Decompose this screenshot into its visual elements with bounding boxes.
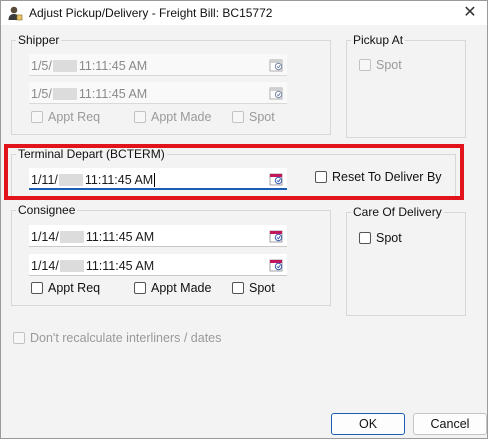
highlight-box <box>4 144 464 200</box>
care-of-delivery-group: Care Of Delivery <box>346 205 466 316</box>
shipper-date-2-prefix: 1/5/ <box>31 86 52 101</box>
dont-recalculate-label: Don't recalculate interliners / dates <box>30 331 222 345</box>
redacted-year <box>52 87 77 100</box>
consignee-date-2[interactable]: 1/14/11:11:45 AM <box>29 254 287 276</box>
consignee-appt-req-label: Appt Req <box>48 281 101 295</box>
close-icon: ✕ <box>463 4 477 21</box>
pickup-at-legend: Pickup At <box>351 33 406 47</box>
close-button[interactable]: ✕ <box>453 1 487 25</box>
shipper-spot-checkbox: Spot <box>232 110 282 126</box>
consignee-date-1-time: 11:11:45 AM <box>85 229 155 244</box>
calendar-icon[interactable] <box>269 258 283 272</box>
consignee-spot-checkbox[interactable]: Spot <box>232 281 282 297</box>
shipper-date-1: 1/5/11:11:45 AM <box>29 54 287 76</box>
consignee-date-1[interactable]: 1/14/11:11:45 AM <box>29 225 287 247</box>
shipper-appt-made-checkbox: Appt Made <box>134 110 224 126</box>
consignee-appt-req-checkbox[interactable]: Appt Req <box>31 281 111 297</box>
consignee-legend: Consignee <box>16 203 78 217</box>
pickup-spot-label: Spot <box>376 58 402 72</box>
ok-button[interactable]: OK <box>331 413 405 435</box>
care-of-delivery-spot-checkbox[interactable]: Spot <box>359 231 419 247</box>
consignee-appt-made-label: Appt Made <box>151 281 212 295</box>
redacted-year <box>59 230 84 243</box>
consignee-spot-label: Spot <box>249 281 275 295</box>
shipper-date-1-prefix: 1/5/ <box>31 58 52 73</box>
pickup-at-group: Pickup At <box>346 33 466 138</box>
shipper-appt-req-label: Appt Req <box>48 110 101 124</box>
shipper-date-2-time: 11:11:45 AM <box>78 86 148 101</box>
cancel-button[interactable]: Cancel <box>413 413 487 435</box>
shipper-date-2: 1/5/11:11:45 AM <box>29 82 287 104</box>
dont-recalculate-checkbox: Don't recalculate interliners / dates <box>13 331 233 347</box>
consignee-appt-made-checkbox[interactable]: Appt Made <box>134 281 224 297</box>
shipper-legend: Shipper <box>16 33 62 47</box>
care-of-delivery-spot-label: Spot <box>376 231 402 245</box>
consignee-date-2-time: 11:11:45 AM <box>85 258 155 273</box>
calendar-icon <box>269 59 283 72</box>
pickup-spot-checkbox: Spot <box>359 58 419 74</box>
shipper-appt-req-checkbox: Appt Req <box>31 110 111 126</box>
consignee-date-1-prefix: 1/14/ <box>31 229 59 244</box>
calendar-icon[interactable] <box>269 229 283 243</box>
user-edit-icon <box>8 6 23 21</box>
title-bar: Adjust Pickup/Delivery - Freight Bill: B… <box>1 1 487 25</box>
consignee-date-2-prefix: 1/14/ <box>31 258 59 273</box>
window-title: Adjust Pickup/Delivery - Freight Bill: B… <box>29 6 273 20</box>
redacted-year <box>59 259 84 272</box>
dialog-window: Adjust Pickup/Delivery - Freight Bill: B… <box>0 0 488 439</box>
redacted-year <box>52 59 77 72</box>
calendar-icon <box>269 87 283 100</box>
care-of-delivery-legend: Care Of Delivery <box>351 205 444 219</box>
shipper-date-1-time: 11:11:45 AM <box>78 58 148 73</box>
shipper-appt-made-label: Appt Made <box>151 110 212 124</box>
shipper-spot-label: Spot <box>249 110 275 124</box>
